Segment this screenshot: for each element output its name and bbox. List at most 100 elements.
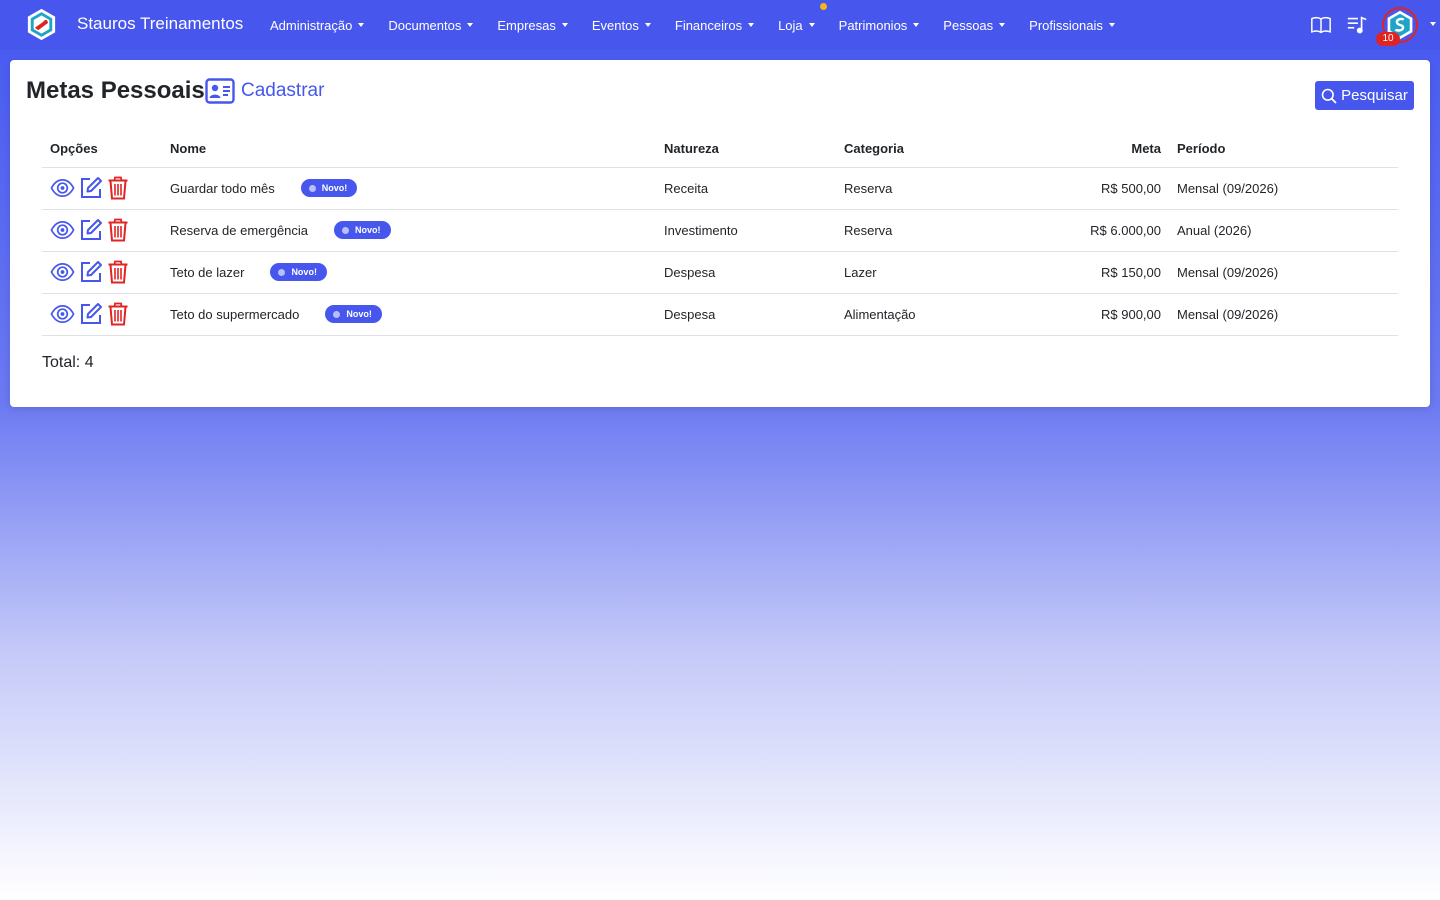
delete-trash-icon[interactable] [107,260,129,284]
delete-trash-icon[interactable] [107,176,129,200]
nav-item-financeiros[interactable]: Financeiros [663,18,766,33]
new-badge-label: Novo! [355,225,381,235]
top-navbar: Stauros Treinamentos Administração Docum… [0,0,1440,50]
goal-period: Mensal (09/2026) [1169,293,1398,336]
delete-trash-icon[interactable] [107,218,129,242]
user-menu-caret-icon[interactable] [1430,22,1436,26]
goal-value: R$ 6.000,00 [1006,209,1169,252]
goal-value: R$ 500,00 [1006,167,1169,210]
total-count: Total: 4 [42,354,94,371]
goal-value: R$ 900,00 [1006,293,1169,336]
new-badge: Novo! [270,263,327,281]
new-badge-label: Novo! [346,309,372,319]
nav-item-empresas[interactable]: Empresas [485,18,580,33]
goal-category: Reserva [836,167,1006,210]
nav-item-loja[interactable]: Loja [766,2,827,33]
caret-down-icon [999,23,1006,27]
book-icon[interactable] [1310,14,1332,36]
row-options [50,176,154,200]
col-period: Período [1169,130,1398,168]
table-row: Guardar todo mês Novo! Receita Reserva R… [42,167,1398,210]
goal-period: Anual (2026) [1169,209,1398,252]
badge-dot [278,268,286,276]
row-options [50,218,154,242]
search-button[interactable]: Pesquisar [1315,81,1414,110]
delete-trash-icon[interactable] [107,302,129,326]
nav-label: Documentos [388,17,462,33]
goal-name: Teto do supermercado [170,306,300,322]
row-options [50,260,154,284]
caret-down-icon [358,23,365,27]
goals-card: Metas Pessoais Cadastrar Pesquisar Opçõe… [10,60,1430,407]
brand-logo-icon[interactable] [25,8,58,41]
nav-item-eventos[interactable]: Eventos [580,18,663,33]
nav-label: Loja [778,17,803,33]
col-category: Categoria [836,130,1006,168]
nav-label: Financeiros [674,17,743,33]
caret-down-icon [467,23,474,27]
search-icon [1321,88,1337,104]
table-row: Reserva de emergência Novo! Investimento… [42,209,1398,252]
goal-category: Reserva [836,209,1006,252]
view-eye-icon[interactable] [50,177,75,199]
new-badge: Novo! [300,179,358,197]
nav-item-documentos[interactable]: Documentos [376,18,485,33]
goal-category: Alimentação [836,293,1006,336]
view-eye-icon[interactable] [50,303,75,325]
edit-icon[interactable] [79,218,103,242]
nav-item-pessoas[interactable]: Pessoas [931,18,1017,33]
notification-count-badge: 10 [1376,32,1400,46]
caret-down-icon [644,23,651,27]
view-eye-icon[interactable] [50,261,75,283]
view-eye-icon[interactable] [50,219,75,241]
new-badge: Novo! [325,305,382,323]
user-avatar[interactable]: 10 [1376,7,1418,46]
page-title: Metas Pessoais [26,77,205,104]
badge-dot [308,184,316,192]
id-card-icon [205,78,235,104]
badge-dot [342,226,350,234]
goal-period: Mensal (09/2026) [1169,167,1398,210]
main-menu: Administração Documentos Empresas Evento… [258,0,1127,50]
caret-down-icon [913,23,920,27]
brand-name[interactable]: Stauros Treinamentos [77,14,243,34]
new-badge-label: Novo! [291,267,317,277]
edit-icon[interactable] [79,176,103,200]
nav-item-profissionais[interactable]: Profissionais [1017,18,1127,33]
nav-item-administracao[interactable]: Administração [258,18,376,33]
edit-icon[interactable] [79,260,103,284]
caret-down-icon [808,23,815,27]
table-header-row: Opções Nome Natureza Categoria Meta Perí… [42,130,1398,168]
search-label: Pesquisar [1341,87,1408,104]
goal-nature: Receita [656,167,836,210]
caret-down-icon [561,23,568,27]
new-badge-label: Novo! [321,183,348,193]
col-name: Nome [162,130,656,168]
nav-label: Administração [270,17,353,33]
nav-label: Pessoas [943,17,994,33]
goals-table: Opções Nome Natureza Categoria Meta Perí… [42,130,1398,336]
edit-icon[interactable] [79,302,103,326]
nav-item-patrimonios[interactable]: Patrimonios [827,18,932,33]
register-label: Cadastrar [241,80,325,101]
caret-down-icon [1108,23,1115,27]
row-options [50,302,154,326]
navbar-actions: 10 [1300,0,1440,50]
goal-name: Teto de lazer [170,264,245,280]
new-badge: Novo! [334,221,391,239]
goal-period: Mensal (09/2026) [1169,251,1398,294]
goal-value: R$ 150,00 [1006,251,1169,294]
goal-name: Reserva de emergência [170,222,309,238]
nav-label: Eventos [591,17,639,33]
nav-label: Profissionais [1029,17,1103,33]
goal-name: Guardar todo mês [170,180,275,196]
goal-nature: Despesa [656,293,836,336]
col-options: Opções [42,130,162,168]
register-button[interactable]: Cadastrar [205,78,324,104]
new-indicator-dot [819,2,827,10]
badge-dot [333,310,341,318]
playlist-music-icon[interactable] [1346,14,1368,36]
caret-down-icon [748,23,755,27]
col-nature: Natureza [656,130,836,168]
goal-category: Lazer [836,251,1006,294]
